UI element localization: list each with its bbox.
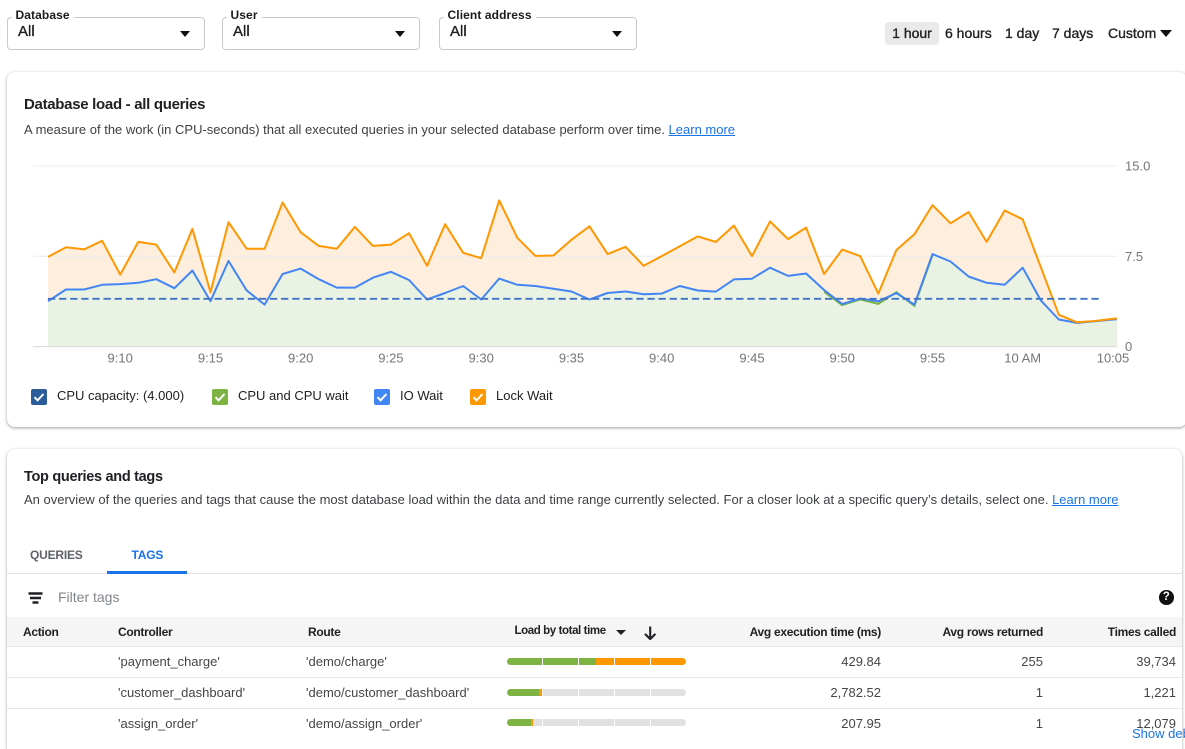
svg-text:9:30: 9:30 — [469, 351, 494, 366]
svg-text:9:50: 9:50 — [830, 351, 855, 366]
svg-text:10:05: 10:05 — [1097, 351, 1130, 366]
svg-text:10 AM: 10 AM — [1004, 351, 1041, 366]
svg-text:9:25: 9:25 — [378, 351, 403, 366]
svg-text:9:40: 9:40 — [649, 351, 674, 366]
svg-text:7.5: 7.5 — [1125, 249, 1143, 264]
svg-text:9:15: 9:15 — [198, 351, 223, 366]
svg-text:9:20: 9:20 — [288, 351, 313, 366]
svg-text:9:10: 9:10 — [108, 351, 133, 366]
svg-text:9:35: 9:35 — [559, 351, 584, 366]
svg-text:9:45: 9:45 — [739, 351, 764, 366]
svg-text:9:55: 9:55 — [920, 351, 945, 366]
svg-text:15.0: 15.0 — [1125, 159, 1150, 174]
